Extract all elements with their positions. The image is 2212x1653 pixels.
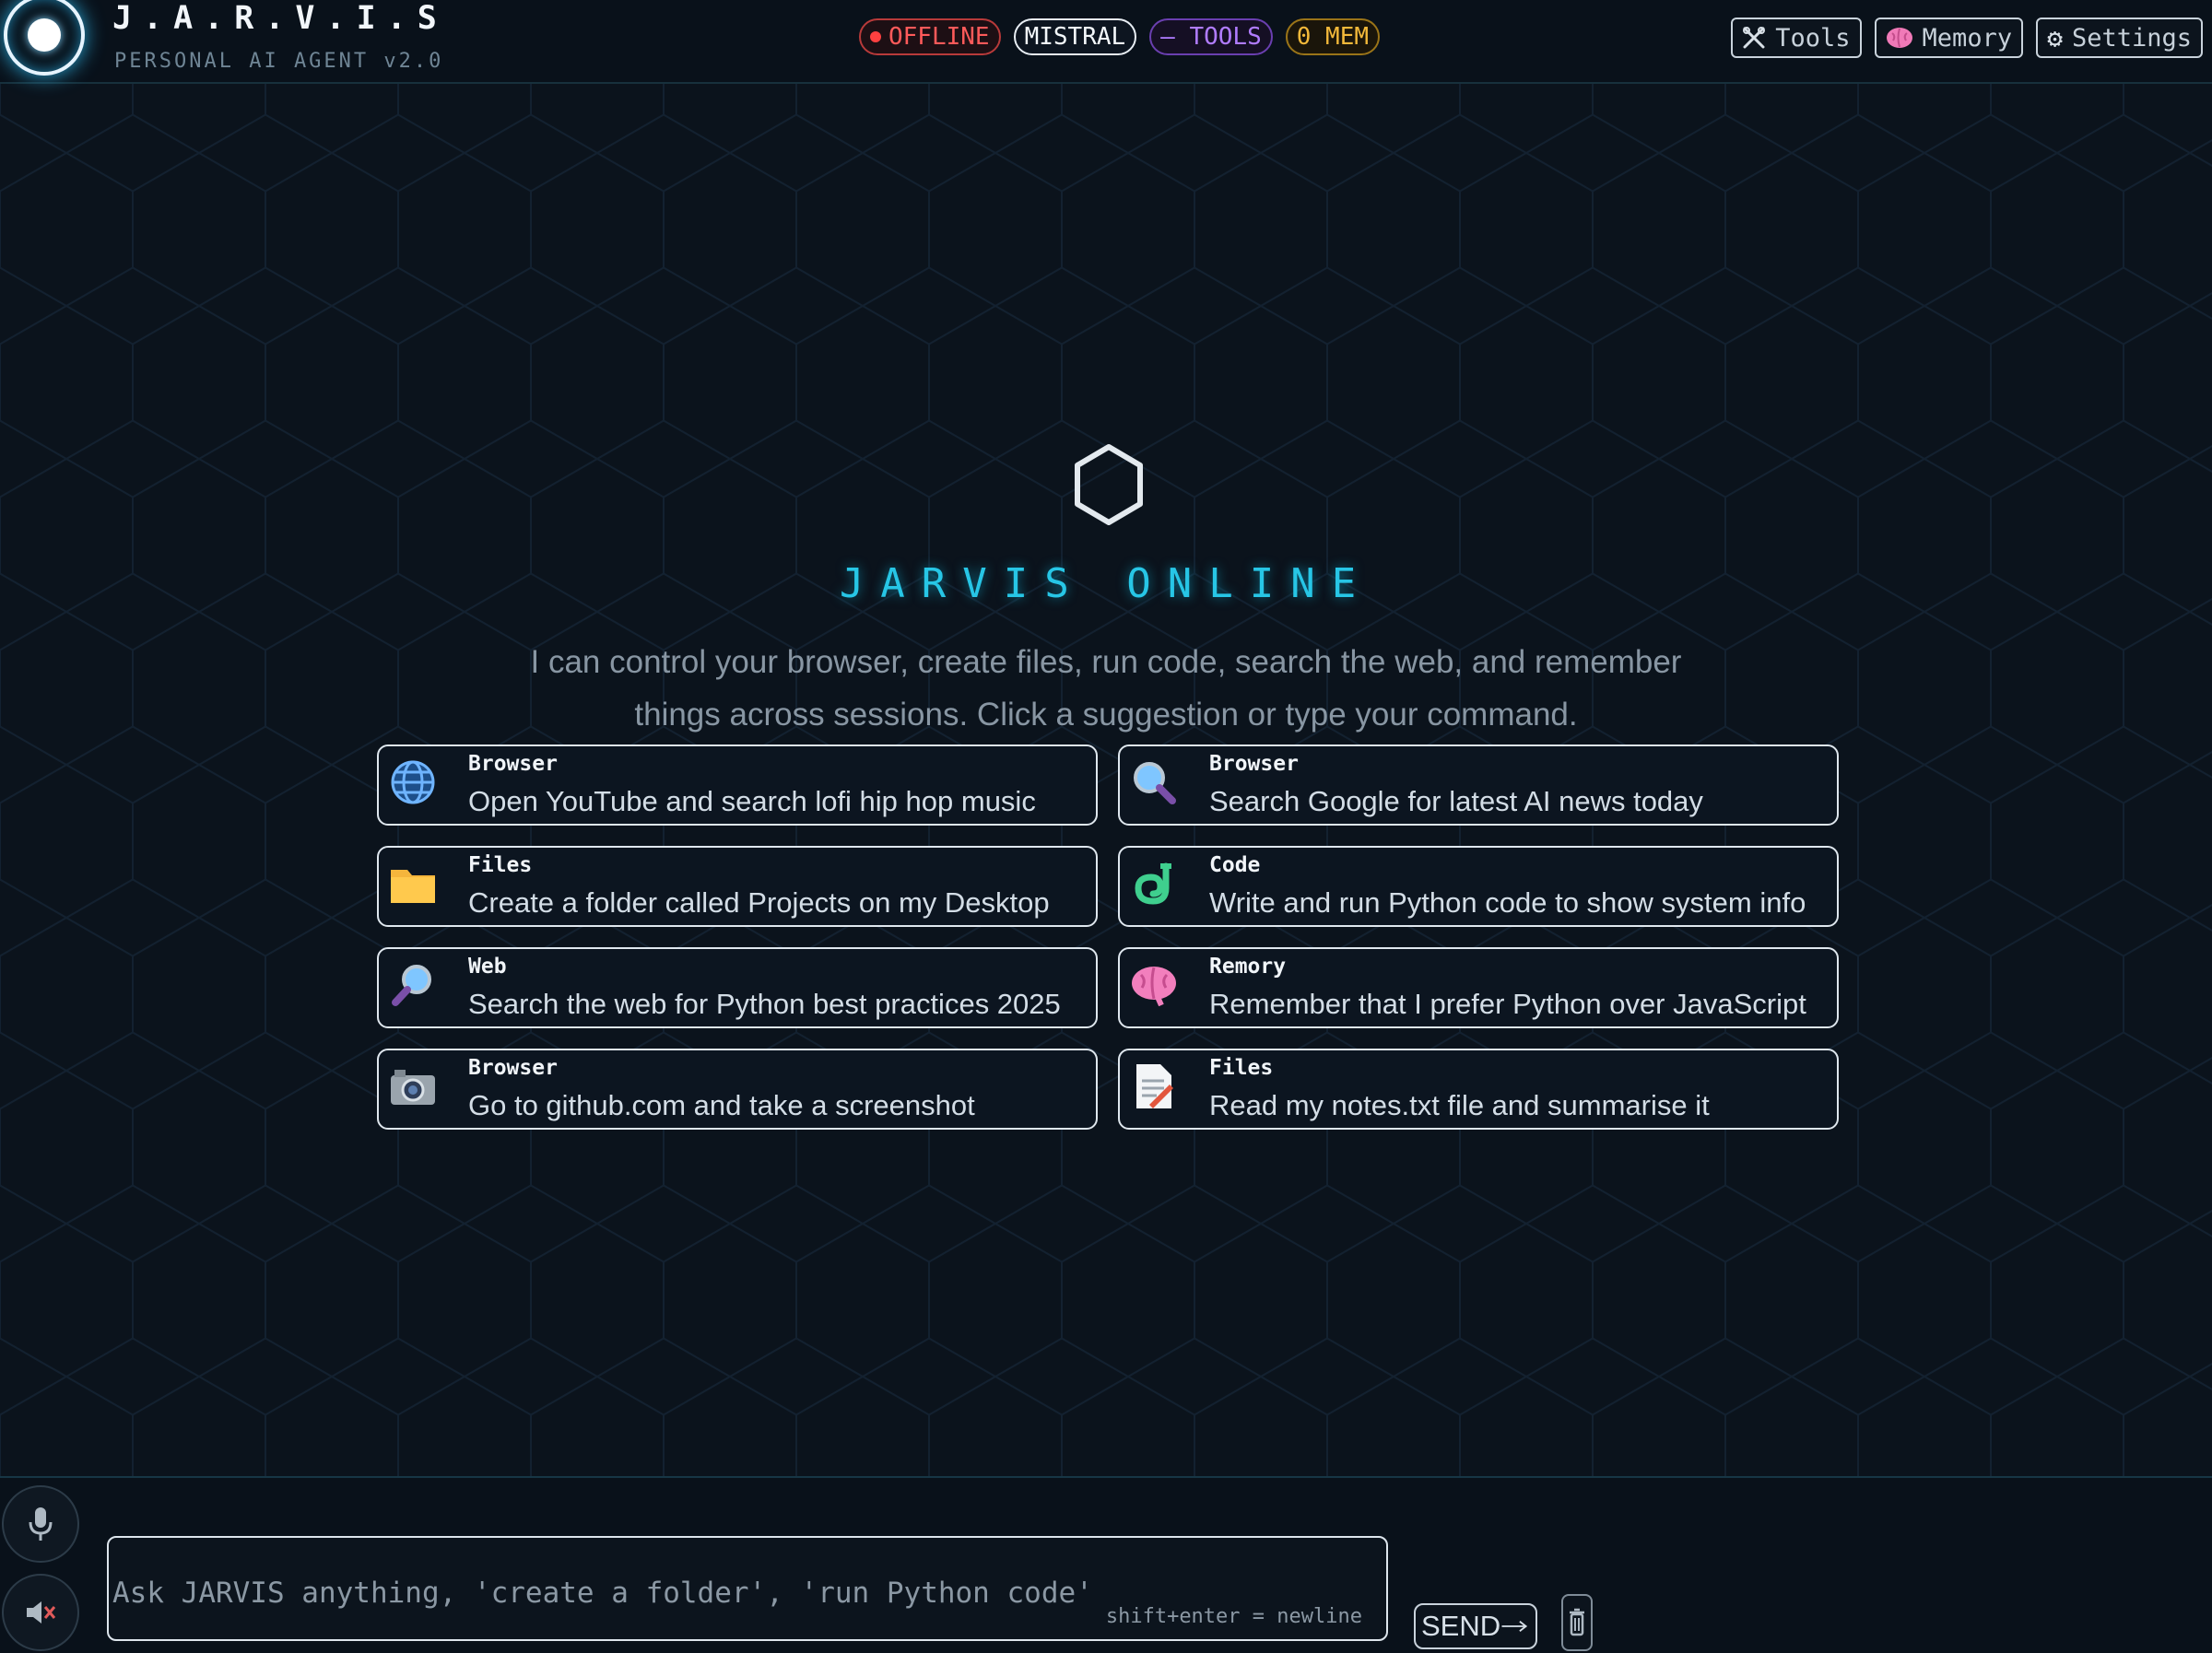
suggestion-card[interactable]: Browser Go to github.com and take a scre… <box>377 1049 1098 1130</box>
suggestion-card[interactable]: Files Read my notes.txt file and summari… <box>1118 1049 1839 1130</box>
memory-count-badge: 0 MEM <box>1285 18 1381 55</box>
memory-button[interactable]: Memory <box>1874 18 2024 58</box>
top-bar: J.A.R.V.I.S PERSONAL AI AGENT v2.0 OFFLI… <box>0 0 2212 84</box>
hero-description: I can control your browser, create files… <box>530 644 1682 733</box>
newline-hint: shift+enter = newline <box>1105 1605 1362 1628</box>
suggestion-text: Go to github.com and take a screenshot <box>468 1089 975 1121</box>
app-title: J.A.R.V.I.S <box>112 0 448 37</box>
suggestion-category: Browser <box>1209 752 1299 776</box>
logo-core <box>28 18 61 52</box>
suggestion-category: Remory <box>1209 955 1287 979</box>
suggestion-card[interactable]: Remory Remember that I prefer Python ove… <box>1118 947 1839 1028</box>
camera-icon <box>388 1061 438 1111</box>
connection-status-label: OFFLINE <box>888 23 990 51</box>
muted-speaker-icon <box>27 1601 56 1624</box>
suggestion-text: Search Google for latest AI news today <box>1209 785 1703 817</box>
send-button[interactable]: SEND <box>1414 1603 1537 1649</box>
suggestion-card[interactable]: Files Create a folder called Projects on… <box>377 846 1098 927</box>
header-nav: Tools Memory ⚙ Settings <box>1731 18 2203 58</box>
microphone-icon <box>29 1507 53 1541</box>
suggestion-category: Files <box>1209 1056 1274 1080</box>
jarvis-logo-icon[interactable] <box>4 0 85 76</box>
suggestion-text: Open YouTube and search lofi hip hop mus… <box>468 785 1036 817</box>
app-subtitle: PERSONAL AI AGENT v2.0 <box>114 50 444 73</box>
suggestion-text: Write and run Python code to show system… <box>1209 886 1806 919</box>
gear-icon: ⚙ <box>2047 22 2063 53</box>
tools-count-badge: – TOOLS <box>1149 18 1273 55</box>
prompt-field[interactable]: shift+enter = newline <box>107 1536 1388 1641</box>
arrow-right-icon <box>1501 1621 1528 1632</box>
hero-title: JARVIS ONLINE <box>839 560 1373 607</box>
suggestion-category: Web <box>468 955 507 979</box>
suggestion-card[interactable]: Browser Open YouTube and search lofi hip… <box>377 744 1098 826</box>
suggestion-card[interactable]: Web Search the web for Python best pract… <box>377 947 1098 1028</box>
hexagon-icon <box>1075 444 1143 525</box>
suggestion-category: Browser <box>468 752 558 776</box>
tools-button[interactable]: Tools <box>1731 18 1862 58</box>
model-badge: MISTRAL <box>1013 18 1137 55</box>
clear-button[interactable] <box>1561 1594 1593 1651</box>
memo-icon <box>1129 1061 1179 1111</box>
input-bar: shift+enter = newline SEND <box>0 1476 2212 1653</box>
connection-status-badge: OFFLINE <box>859 18 1001 55</box>
status-dot-icon <box>870 31 881 42</box>
suggestion-card[interactable]: Code Write and run Python code to show s… <box>1118 846 1839 927</box>
suggestion-card[interactable]: Browser Search Google for latest AI news… <box>1118 744 1839 826</box>
suggestion-text: Read my notes.txt file and summarise it <box>1209 1089 1710 1121</box>
code-icon <box>1129 859 1179 909</box>
tools-button-label: Tools <box>1775 23 1851 53</box>
suggestion-category: Code <box>1209 853 1261 877</box>
folder-icon <box>388 859 438 909</box>
status-badges: OFFLINE MISTRAL – TOOLS 0 MEM <box>859 18 1381 57</box>
magnifier-icon <box>1129 757 1179 807</box>
suggestion-text: Search the web for Python best practices… <box>468 988 1061 1020</box>
suggestion-text: Remember that I prefer Python over JavaS… <box>1209 988 1806 1020</box>
suggestion-category: Browser <box>468 1056 558 1080</box>
settings-button[interactable]: ⚙ Settings <box>2036 18 2203 58</box>
suggestion-text: Create a folder called Projects on my De… <box>468 886 1050 919</box>
suggestion-category: Files <box>468 853 533 877</box>
trash-icon <box>1570 1608 1584 1636</box>
microphone-button[interactable] <box>2 1485 79 1563</box>
hex-background <box>0 0 2212 1651</box>
memory-button-label: Memory <box>1922 23 2013 53</box>
send-button-label: SEND <box>1421 1610 1501 1642</box>
globe-icon <box>388 757 438 807</box>
mute-button[interactable] <box>2 1574 79 1651</box>
tools-icon <box>1743 27 1766 49</box>
settings-button-label: Settings <box>2071 23 2192 53</box>
brain-icon <box>1129 960 1179 1010</box>
magnifier-icon <box>388 960 438 1010</box>
brain-icon <box>1886 28 1912 48</box>
